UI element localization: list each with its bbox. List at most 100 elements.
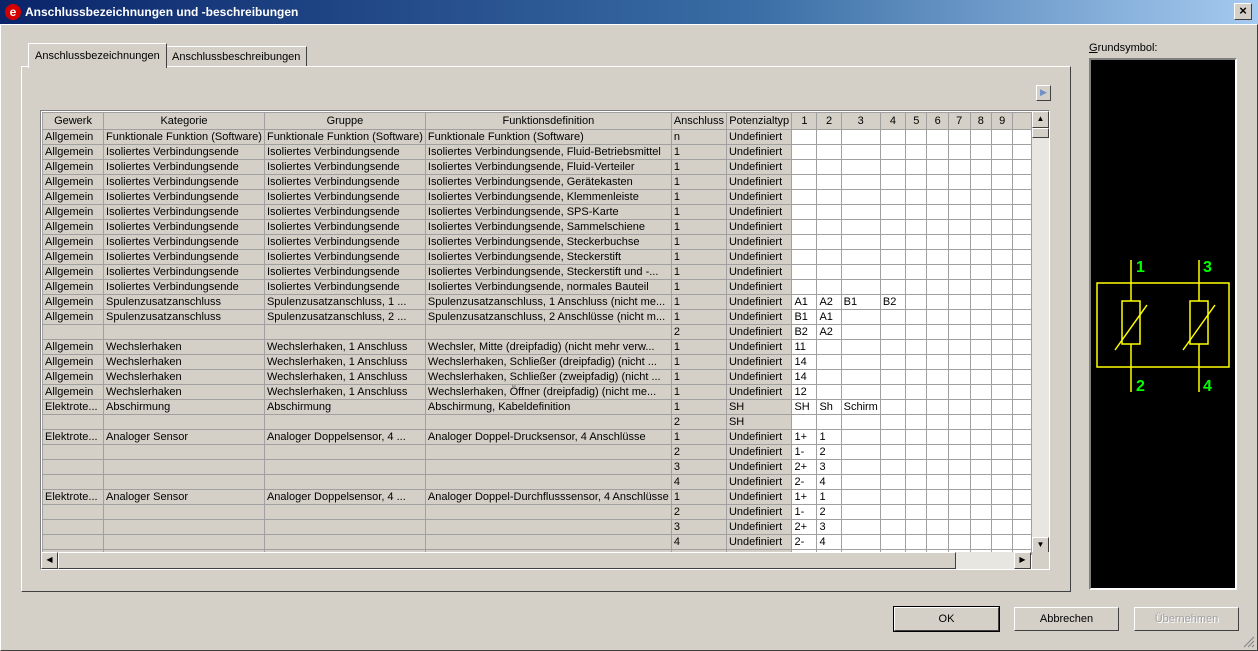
column-header[interactable]: Kategorie [103,112,265,130]
table-cell[interactable] [263,444,426,460]
table-cell[interactable] [1012,309,1032,325]
resize-grip-icon[interactable] [1243,636,1255,648]
table-cell[interactable] [879,474,907,490]
table-row[interactable]: Allgemein Isoliertes Verbindungsende Isoli… [42,174,1032,190]
table-cell[interactable] [969,144,993,160]
table-cell[interactable] [905,399,928,415]
table-cell[interactable] [879,324,907,340]
table-cell[interactable] [926,174,949,190]
table-cell[interactable] [991,294,1014,310]
table-cell[interactable]: Undefiniert [725,384,793,400]
table-cell[interactable] [991,399,1014,415]
table-cell[interactable] [840,249,881,265]
table-cell[interactable] [1012,264,1032,280]
table-cell[interactable] [947,294,971,310]
table-cell[interactable] [263,534,426,550]
table-cell[interactable]: Undefiniert [725,474,793,490]
table-cell[interactable]: A1 [791,294,818,310]
table-cell[interactable] [926,144,949,160]
table-cell[interactable] [103,519,265,535]
table-cell[interactable] [791,159,818,175]
table-cell[interactable] [879,204,907,220]
table-cell[interactable]: Isoliertes Verbindungsende [263,249,426,265]
table-cell[interactable]: Allgemein [42,204,105,220]
table-cell[interactable] [926,459,949,475]
table-cell[interactable] [947,159,971,175]
table-cell[interactable]: 1 [670,369,727,385]
table-cell[interactable]: Allgemein [42,294,105,310]
table-cell[interactable] [991,174,1014,190]
table-cell[interactable]: Isoliertes Verbindungsende [263,219,426,235]
table-cell[interactable]: Wechsler, Mitte (dreipfadig) (nicht mehr… [424,339,672,355]
table-cell[interactable]: A2 [816,294,842,310]
ok-button[interactable]: OK [893,606,1000,632]
table-cell[interactable] [947,189,971,205]
connection-grid[interactable]: Gewerk Kategorie Gruppe Funktionsdefinition… [40,110,1050,570]
table-cell[interactable]: Undefiniert [725,144,793,160]
table-cell[interactable] [42,519,105,535]
table-cell[interactable]: 14 [791,369,818,385]
table-cell[interactable]: Isoliertes Verbindungsende [103,204,265,220]
table-cell[interactable] [926,204,949,220]
table-cell[interactable] [42,504,105,520]
table-cell[interactable] [1012,339,1032,355]
table-cell[interactable] [969,354,993,370]
table-cell[interactable] [879,159,907,175]
column-header[interactable]: Gewerk [42,112,105,130]
table-cell[interactable]: Isoliertes Verbindungsende [103,264,265,280]
table-cell[interactable] [947,399,971,415]
table-cell[interactable] [424,519,672,535]
table-cell[interactable]: 12 [791,384,818,400]
table-cell[interactable] [969,159,993,175]
table-cell[interactable] [926,279,949,295]
table-cell[interactable] [879,354,907,370]
table-cell[interactable] [991,324,1014,340]
table-cell[interactable]: Isoliertes Verbindungsende, Klemmenleist… [424,189,672,205]
table-cell[interactable]: Elektrote... [42,399,105,415]
table-cell[interactable] [926,129,949,145]
table-row[interactable]: Allgemein Funktionale Funktion (Software)… [42,129,1032,145]
table-cell[interactable]: Undefiniert [725,339,793,355]
table-cell[interactable] [840,144,881,160]
table-cell[interactable]: Undefiniert [725,459,793,475]
table-cell[interactable] [991,429,1014,445]
table-cell[interactable] [791,129,818,145]
table-cell[interactable] [879,444,907,460]
table-cell[interactable] [816,354,842,370]
table-cell[interactable]: Isoliertes Verbindungsende [263,189,426,205]
table-cell[interactable] [947,204,971,220]
table-cell[interactable]: Analoger Doppel-Drucksensor, 4 Anschlüss… [424,429,672,445]
table-cell[interactable] [905,429,928,445]
table-cell[interactable] [816,219,842,235]
table-cell[interactable]: Isoliertes Verbindungsende [103,189,265,205]
table-cell[interactable]: 1 [670,279,727,295]
table-cell[interactable] [879,489,907,505]
table-cell[interactable]: 1 [670,429,727,445]
table-cell[interactable] [947,279,971,295]
table-cell[interactable]: 1 [670,159,727,175]
table-cell[interactable] [969,474,993,490]
table-cell[interactable] [103,414,265,430]
table-row[interactable]: Allgemein Isoliertes Verbindungsende Isoli… [42,204,1032,220]
table-cell[interactable]: Isoliertes Verbindungsende, Steckerstift [424,249,672,265]
table-cell[interactable] [947,414,971,430]
table-cell[interactable] [969,459,993,475]
table-cell[interactable] [791,264,818,280]
table-cell[interactable] [840,174,881,190]
table-cell[interactable] [791,249,818,265]
table-cell[interactable] [991,474,1014,490]
table-row[interactable]: Allgemein Isoliertes Verbindungsende Isoli… [42,249,1032,265]
table-cell[interactable]: B2 [879,294,907,310]
table-row[interactable]: Elektrote...Analoger SensorAnaloger Dopp… [42,489,1032,505]
table-cell[interactable] [840,489,881,505]
table-cell[interactable]: B1 [791,309,818,325]
table-cell[interactable] [969,189,993,205]
table-cell[interactable]: Isoliertes Verbindungsende [103,279,265,295]
table-cell[interactable] [840,474,881,490]
table-cell[interactable] [905,264,928,280]
table-cell[interactable] [1012,429,1032,445]
table-row[interactable]: Allgemein Isoliertes Verbindungsende Isoli… [42,279,1032,295]
table-row[interactable]: Allgemein Isoliertes Verbindungsende Isoli… [42,189,1032,205]
table-cell[interactable] [926,354,949,370]
table-cell[interactable]: Isoliertes Verbindungsende [103,174,265,190]
